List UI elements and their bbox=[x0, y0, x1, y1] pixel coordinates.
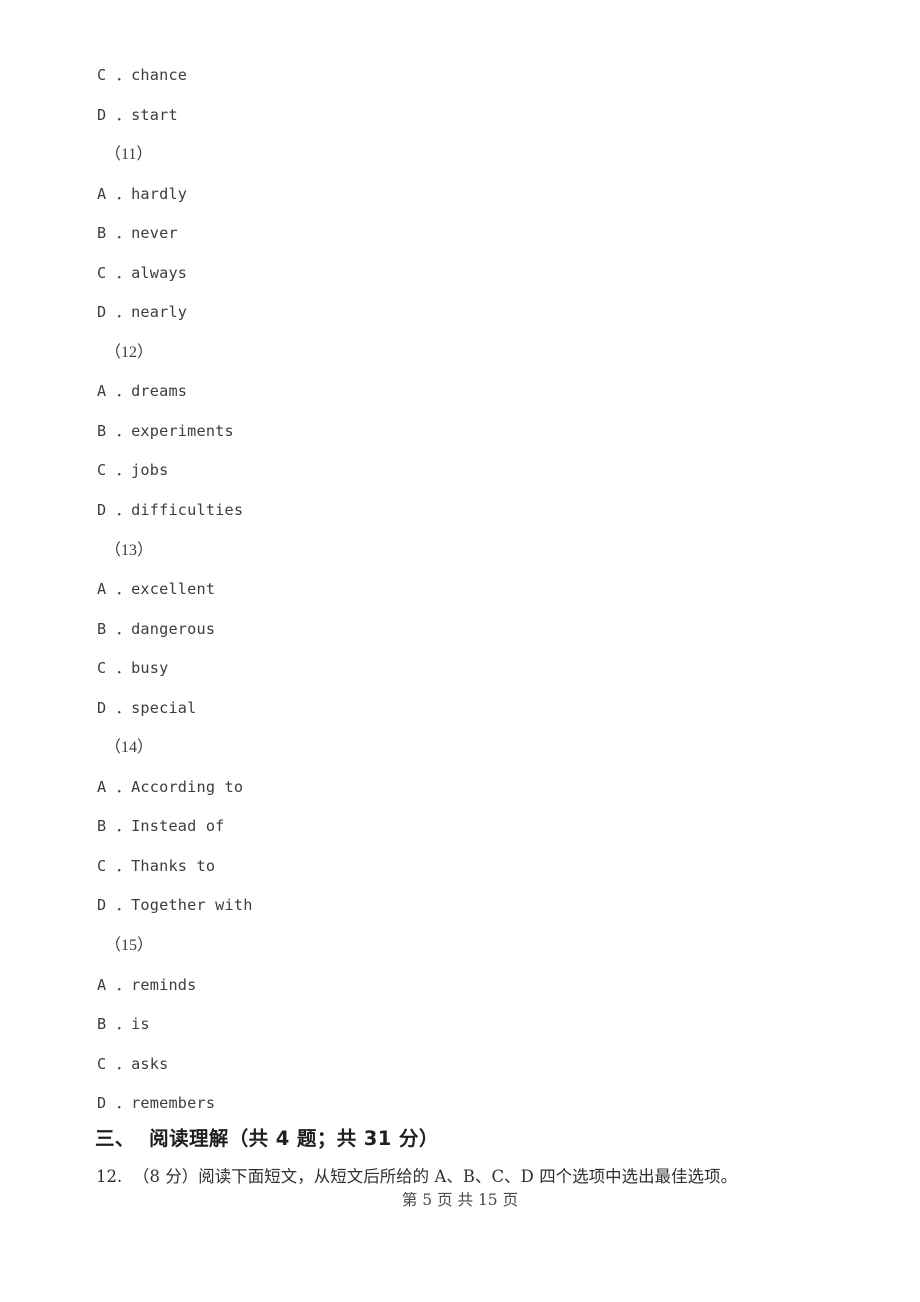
question-group-label: （13） bbox=[105, 541, 154, 559]
answer-option: B ．dangerous bbox=[97, 619, 216, 638]
answer-option: A ．hardly bbox=[97, 184, 188, 203]
question-12-stem: 12. （8 分）阅读下面短文，从短文后所给的 A、B、C、D 四个选项中选出最… bbox=[96, 1167, 738, 1186]
question-group-label: （15） bbox=[105, 937, 154, 955]
answer-option: A ．reminds bbox=[97, 975, 197, 994]
answer-option: B ．experiments bbox=[97, 421, 234, 440]
answer-option: A ．excellent bbox=[97, 580, 216, 599]
document-page: C ．chance D ．start （11） A ．hardly B ．never C … bbox=[0, 0, 920, 1302]
answer-option: B ．is bbox=[97, 1015, 150, 1034]
answer-option: D ．start bbox=[97, 105, 178, 124]
answer-option: D ．remembers bbox=[97, 1094, 216, 1113]
answer-option: C ．Thanks to bbox=[97, 856, 216, 875]
answer-option: D ．Together with bbox=[97, 896, 253, 915]
question-group-label: （11） bbox=[105, 146, 153, 164]
answer-option: C ．always bbox=[97, 263, 188, 282]
page-footer: 第 5 页 共 15 页 bbox=[401, 1191, 519, 1209]
question-group-label: （14） bbox=[105, 739, 154, 757]
answer-option: B ．Instead of bbox=[97, 817, 225, 836]
answer-option: C ．jobs bbox=[97, 461, 169, 480]
answer-option: A ．dreams bbox=[97, 382, 188, 401]
answer-option: D ．special bbox=[97, 698, 197, 717]
answer-option: D ．difficulties bbox=[97, 501, 244, 520]
answer-option: C ．chance bbox=[97, 66, 188, 84]
answer-option: C ．asks bbox=[97, 1054, 169, 1073]
answer-option: D ．nearly bbox=[97, 303, 188, 322]
question-group-label: （12） bbox=[105, 343, 154, 361]
answer-option: C ．busy bbox=[97, 659, 169, 678]
answer-option: B ．never bbox=[97, 224, 178, 243]
answer-option: A ．According to bbox=[97, 777, 244, 796]
answer-options-block: C ．chance D ．start （11） A ．hardly B ．never C … bbox=[97, 56, 857, 1124]
section-heading-reading-comprehension: 三、 阅读理解（共 4 题；共 31 分） bbox=[95, 1127, 439, 1150]
